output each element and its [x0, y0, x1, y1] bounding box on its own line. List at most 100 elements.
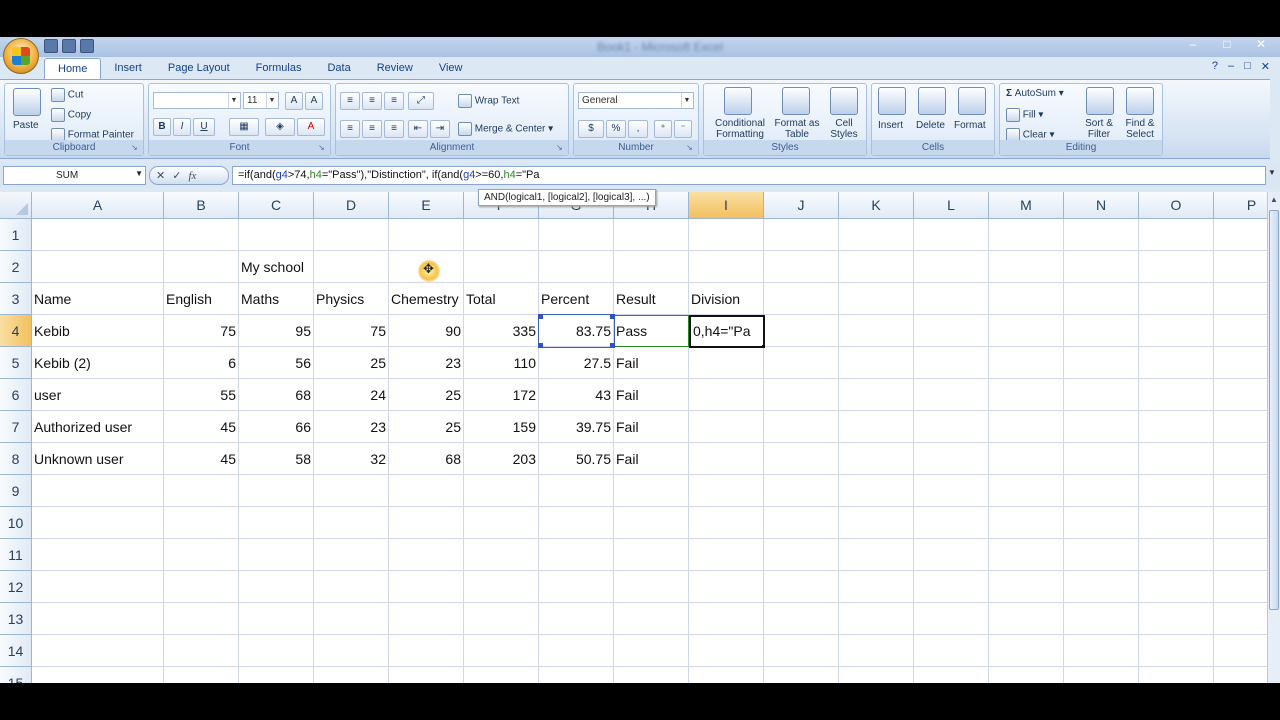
cell-o13[interactable] [1139, 603, 1214, 635]
cell-c12[interactable] [239, 571, 314, 603]
align-bottom-button[interactable]: ≡ [384, 92, 404, 110]
name-box[interactable]: SUM ▼ [3, 166, 146, 185]
cell-i2[interactable] [689, 251, 764, 283]
cell-l3[interactable] [914, 283, 989, 315]
cell-f7[interactable]: 159 [464, 411, 539, 443]
cell-m9[interactable] [989, 475, 1064, 507]
cell-a3[interactable]: Name [32, 283, 164, 315]
cell-b6[interactable]: 55 [164, 379, 239, 411]
increase-indent-button[interactable]: ⇥ [430, 120, 450, 138]
cell-k12[interactable] [839, 571, 914, 603]
increase-decimal-button[interactable]: ⁺ [654, 120, 672, 138]
column-header-o[interactable]: O [1139, 192, 1214, 219]
format-cells-icon[interactable] [958, 87, 986, 115]
cell-d5[interactable]: 25 [314, 347, 389, 379]
cell-p1[interactable] [1214, 219, 1267, 251]
cell-c11[interactable] [239, 539, 314, 571]
cell-n11[interactable] [1064, 539, 1139, 571]
selection-handle[interactable] [610, 314, 615, 319]
shrink-font-button[interactable]: A [305, 92, 323, 110]
cell-e9[interactable] [389, 475, 464, 507]
cell-l6[interactable] [914, 379, 989, 411]
paste-button[interactable]: Paste [13, 120, 39, 131]
close-icon[interactable]: ✕ [1261, 60, 1270, 73]
cell-a8[interactable]: Unknown user [32, 443, 164, 475]
font-size-combo[interactable]: 11 ▼ [243, 92, 279, 109]
cell-d3[interactable]: Physics [314, 283, 389, 315]
cell-i5[interactable] [689, 347, 764, 379]
cell-e12[interactable] [389, 571, 464, 603]
cell-i15[interactable] [689, 667, 764, 683]
row-header-3[interactable]: 3 [0, 283, 32, 315]
cell-l10[interactable] [914, 507, 989, 539]
cell-e3[interactable]: Chemestry [389, 283, 464, 315]
cell-g5[interactable]: 27.5 [539, 347, 614, 379]
cell-l4[interactable] [914, 315, 989, 347]
cell-m2[interactable] [989, 251, 1064, 283]
cell-a13[interactable] [32, 603, 164, 635]
cell-j5[interactable] [764, 347, 839, 379]
cell-d8[interactable]: 32 [314, 443, 389, 475]
cell-l15[interactable] [914, 667, 989, 683]
cell-g2[interactable] [539, 251, 614, 283]
cell-p11[interactable] [1214, 539, 1267, 571]
cell-b7[interactable]: 45 [164, 411, 239, 443]
cell-n15[interactable] [1064, 667, 1139, 683]
cell-m8[interactable] [989, 443, 1064, 475]
cell-p5[interactable] [1214, 347, 1267, 379]
cell-g10[interactable] [539, 507, 614, 539]
cell-e5[interactable]: 23 [389, 347, 464, 379]
cell-j12[interactable] [764, 571, 839, 603]
row-header-9[interactable]: 9 [0, 475, 32, 507]
dialog-launcher-icon[interactable]: ↘ [556, 143, 566, 153]
insert-cells-icon[interactable] [878, 87, 906, 115]
cell-c14[interactable] [239, 635, 314, 667]
format-table-icon[interactable] [782, 87, 810, 115]
merge-center-button[interactable]: Merge & Center ▾ [458, 122, 553, 136]
cell-i12[interactable] [689, 571, 764, 603]
cell-e15[interactable] [389, 667, 464, 683]
cell-a15[interactable] [32, 667, 164, 683]
cell-f8[interactable]: 203 [464, 443, 539, 475]
cell-m4[interactable] [989, 315, 1064, 347]
cell-m10[interactable] [989, 507, 1064, 539]
cell-i14[interactable] [689, 635, 764, 667]
cell-g1[interactable] [539, 219, 614, 251]
cell-e11[interactable] [389, 539, 464, 571]
cell-c7[interactable]: 66 [239, 411, 314, 443]
cell-f2[interactable] [464, 251, 539, 283]
cell-p2[interactable] [1214, 251, 1267, 283]
cell-h5[interactable]: Fail [614, 347, 689, 379]
cell-p6[interactable] [1214, 379, 1267, 411]
currency-button[interactable]: $ [578, 120, 604, 138]
expand-formula-bar-icon[interactable]: ▼ [1268, 168, 1278, 182]
decrease-decimal-button[interactable]: ⁻ [674, 120, 692, 138]
cell-g9[interactable] [539, 475, 614, 507]
cut-button[interactable]: Cut [51, 88, 83, 102]
cell-a1[interactable] [32, 219, 164, 251]
cell-o12[interactable] [1139, 571, 1214, 603]
cell-g8[interactable]: 50.75 [539, 443, 614, 475]
cell-g7[interactable]: 39.75 [539, 411, 614, 443]
paste-icon[interactable] [13, 88, 41, 116]
row-header-10[interactable]: 10 [0, 507, 32, 539]
cell-f4[interactable]: 335 [464, 315, 539, 347]
cell-a9[interactable] [32, 475, 164, 507]
cell-d4[interactable]: 75 [314, 315, 389, 347]
delete-cells-button[interactable]: Delete [916, 120, 945, 131]
cell-k1[interactable] [839, 219, 914, 251]
cell-b10[interactable] [164, 507, 239, 539]
column-header-n[interactable]: N [1064, 192, 1139, 219]
formula-input[interactable]: =if(and(g4>74,h4="Pass"),"Distinction", … [232, 166, 1266, 185]
cell-f1[interactable] [464, 219, 539, 251]
cell-l5[interactable] [914, 347, 989, 379]
align-middle-button[interactable]: ≡ [362, 92, 382, 110]
cell-k8[interactable] [839, 443, 914, 475]
cell-j13[interactable] [764, 603, 839, 635]
cell-a5[interactable]: Kebib (2) [32, 347, 164, 379]
cell-k13[interactable] [839, 603, 914, 635]
cell-k6[interactable] [839, 379, 914, 411]
cell-f9[interactable] [464, 475, 539, 507]
cell-c5[interactable]: 56 [239, 347, 314, 379]
cell-c6[interactable]: 68 [239, 379, 314, 411]
